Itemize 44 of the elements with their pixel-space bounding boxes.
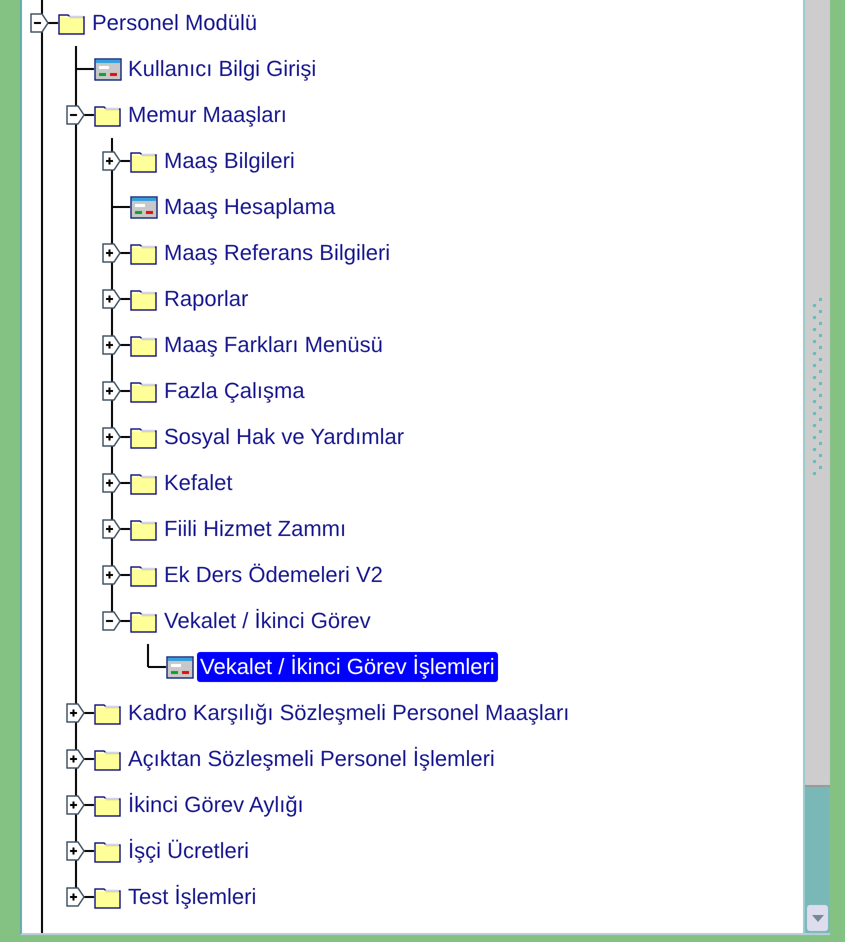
expand-toggle[interactable] — [102, 243, 122, 263]
expand-toggle[interactable] — [102, 151, 122, 171]
expand-toggle[interactable] — [30, 13, 50, 33]
scrollbar[interactable] — [803, 0, 830, 933]
expand-toggle[interactable] — [102, 381, 122, 401]
expand-toggle[interactable] — [102, 611, 122, 631]
tree-item[interactable]: Maaş Hesaplama — [161, 192, 338, 222]
expand-toggle[interactable] — [66, 105, 86, 125]
tree-item[interactable]: Maaş Referans Bilgileri — [161, 238, 394, 268]
tree-item[interactable]: Test İşlemleri — [125, 882, 260, 912]
tree-item[interactable]: Raporlar — [161, 284, 252, 314]
expand-toggle[interactable] — [66, 749, 86, 769]
expand-toggle[interactable] — [102, 473, 122, 493]
tree-item[interactable]: İşçi Ücretleri — [125, 836, 252, 866]
tree-item[interactable]: Sosyal Hak ve Yardımlar — [161, 422, 408, 452]
tree-item[interactable]: Maaş Bilgileri — [161, 146, 298, 176]
tree-item[interactable]: Vekalet / İkinci Görev — [161, 606, 374, 636]
scrollbar-thumb[interactable] — [805, 0, 830, 787]
tree-item[interactable]: Memur Maaşları — [125, 100, 290, 130]
tree-item[interactable]: Kullanıcı Bilgi Girişi — [125, 54, 320, 84]
expand-toggle[interactable] — [66, 841, 86, 861]
tree-item[interactable]: Kefalet — [161, 468, 236, 498]
form-window-icon — [130, 195, 158, 219]
tree-item[interactable]: Vekalet / İkinci Görev İşlemleri — [197, 652, 498, 682]
tree-item[interactable]: Ek Ders Ödemeleri V2 — [161, 560, 386, 590]
expand-toggle[interactable] — [102, 427, 122, 447]
expand-toggle[interactable] — [66, 887, 86, 907]
expand-toggle[interactable] — [102, 289, 122, 309]
tree-item[interactable]: Fiili Hizmet Zammı — [161, 514, 350, 544]
tree-item[interactable]: Kadro Karşılığı Sözleşmeli Personel Maaşları — [125, 698, 572, 728]
tree-item[interactable]: İkinci Görev Aylığı — [125, 790, 307, 820]
expand-toggle[interactable] — [102, 335, 122, 355]
expand-toggle[interactable] — [102, 519, 122, 539]
expand-toggle[interactable] — [66, 703, 86, 723]
form-window-icon — [166, 655, 194, 679]
tree-item[interactable]: Açıktan Sözleşmeli Personel İşlemleri — [125, 744, 498, 774]
form-window-icon — [94, 57, 122, 81]
scroll-down-button[interactable] — [807, 905, 828, 931]
expand-toggle[interactable] — [102, 565, 122, 585]
tree-item[interactable]: Maaş Farkları Menüsü — [161, 330, 386, 360]
tree-item[interactable]: Fazla Çalışma — [161, 376, 308, 406]
down-arrow-icon — [812, 914, 824, 922]
expand-toggle[interactable] — [66, 795, 86, 815]
tree-item[interactable]: Personel Modülü — [89, 8, 260, 38]
